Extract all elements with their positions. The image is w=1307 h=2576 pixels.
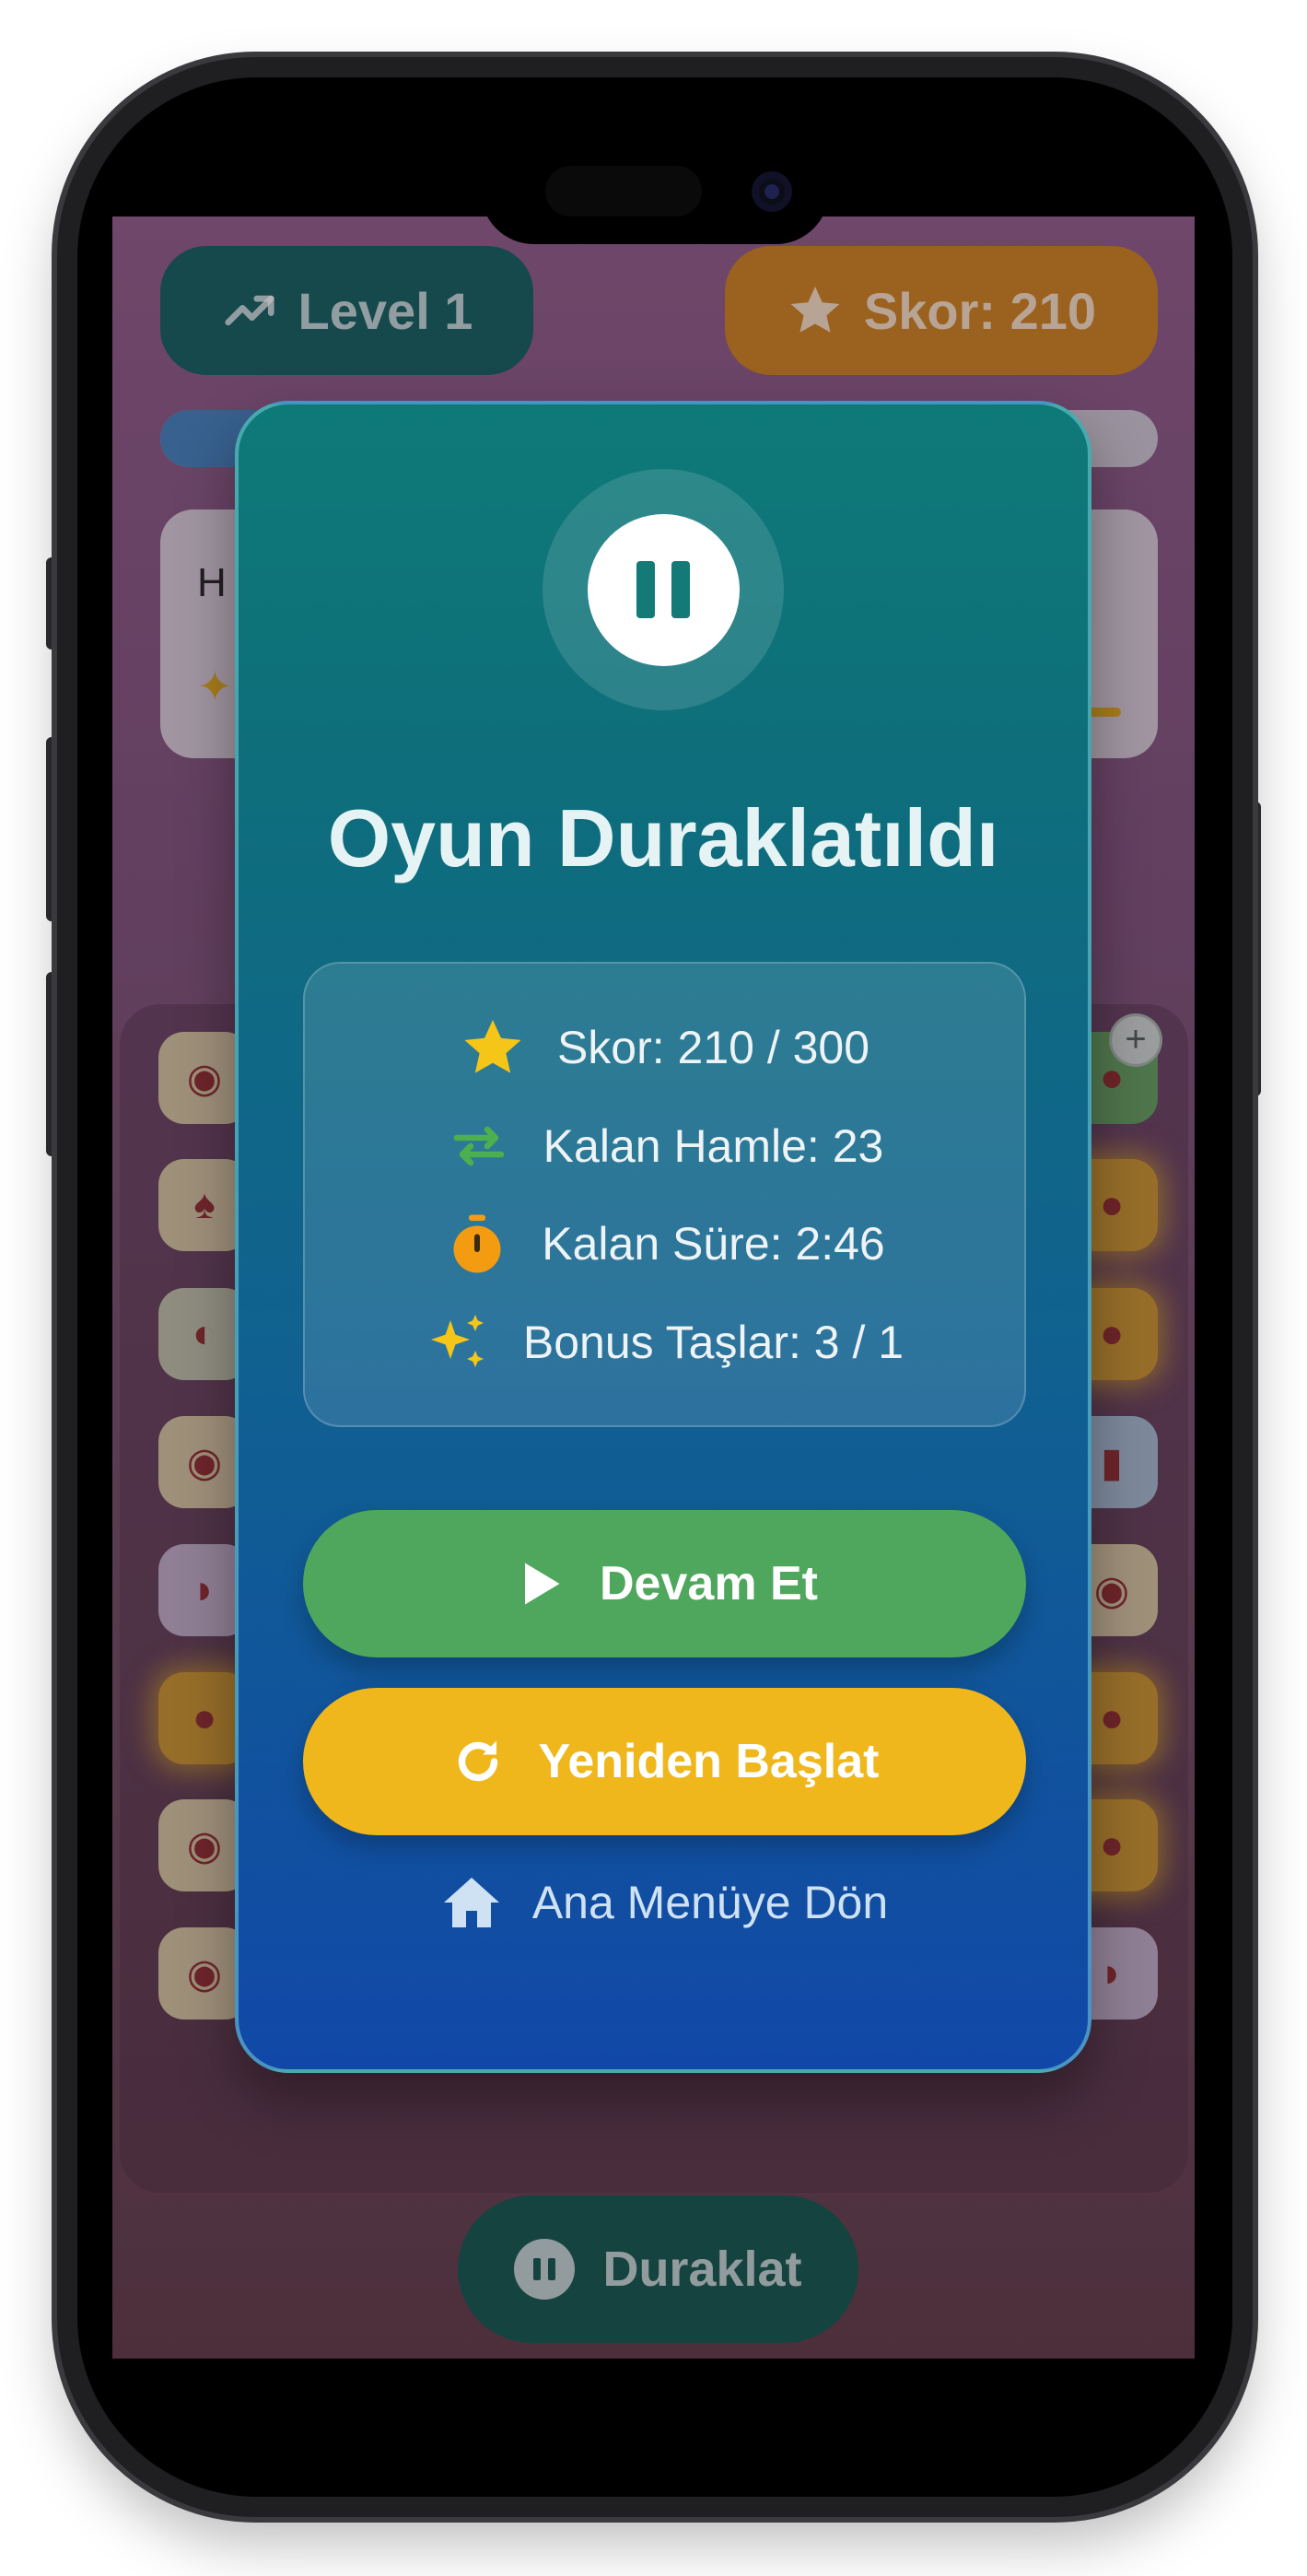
- front-camera: [752, 171, 792, 212]
- restart-label: Yeniden Başlat: [538, 1735, 880, 1788]
- refresh-icon: [458, 1740, 497, 1782]
- stopwatch-icon: [453, 1214, 501, 1273]
- stats-panel: Skor: 210 / 300 Kalan Hamle: 23 Kalan Sü…: [303, 962, 1026, 1427]
- stat-moves: Kalan Hamle: 23: [305, 1113, 1024, 1179]
- restart-button[interactable]: Yeniden Başlat: [303, 1688, 1026, 1835]
- app-screen: Level 1 Skor: 210 H ✦ ◉ ♠ ◐ ◉ ◗ ● ◉ ◉ ● …: [112, 217, 1195, 2359]
- dynamic-island: [481, 138, 829, 244]
- main-menu-label: Ana Menüye Dön: [531, 1877, 889, 1928]
- dialog-title: Oyun Duraklatıldı: [327, 792, 999, 884]
- pause-icon: [587, 513, 740, 666]
- main-menu-link[interactable]: Ana Menüye Dön: [239, 1869, 1088, 1936]
- home-icon: [443, 1878, 499, 1927]
- sparkles-icon: [430, 1315, 484, 1367]
- continue-button[interactable]: Devam Et: [303, 1510, 1026, 1657]
- stat-time-text: Kalan Süre: 2:46: [542, 1218, 885, 1270]
- stat-bonus: Bonus Taşlar: 3 / 1: [305, 1309, 1024, 1376]
- island-sensor: [545, 166, 702, 217]
- pause-dialog: Oyun Duraklatıldı Skor: 210 / 300 Kalan …: [235, 401, 1091, 2073]
- stat-score: Skor: 210 / 300: [305, 1014, 1024, 1081]
- continue-label: Devam Et: [600, 1557, 818, 1610]
- swap-arrows-icon: [453, 1126, 504, 1166]
- pause-icon-halo: [543, 469, 784, 710]
- stat-bonus-text: Bonus Taşlar: 3 / 1: [522, 1317, 904, 1368]
- stat-time: Kalan Süre: 2:46: [305, 1211, 1024, 1277]
- stat-score-text: Skor: 210 / 300: [556, 1022, 870, 1073]
- stat-moves-text: Kalan Hamle: 23: [543, 1120, 884, 1172]
- star-icon: [464, 1020, 521, 1073]
- play-icon: [525, 1563, 560, 1605]
